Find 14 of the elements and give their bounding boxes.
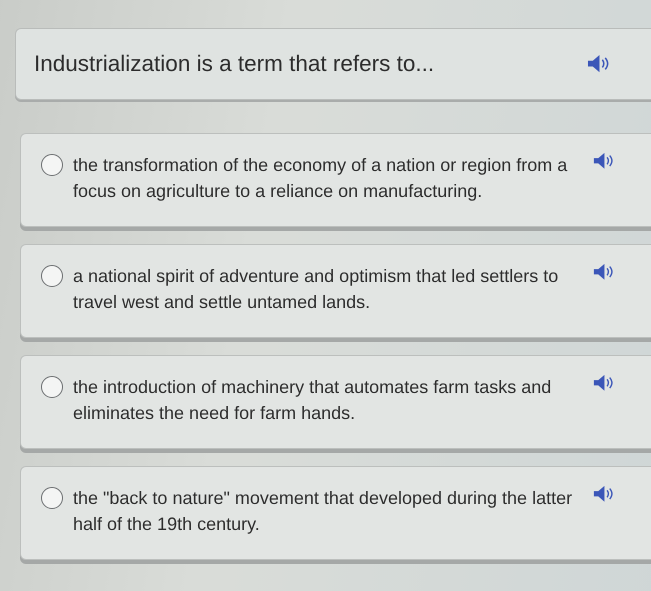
radio-button[interactable]	[41, 265, 63, 287]
speaker-icon[interactable]	[593, 263, 615, 281]
radio-button[interactable]	[41, 487, 63, 509]
radio-button[interactable]	[41, 376, 63, 398]
answer-text: the transformation of the economy of a nation or region from a focus on agriculture to a reliance on manufacturing.	[73, 154, 568, 203]
answer-text: a national spirit of adventure and optimism that led settlers to travel west and settle untamed lands.	[73, 265, 560, 314]
answer-text: the introduction of machinery that automates farm tasks and eliminates the need for farm hands.	[73, 376, 552, 425]
speaker-icon[interactable]	[593, 152, 615, 170]
radio-button[interactable]	[41, 154, 63, 176]
speaker-icon[interactable]	[593, 485, 615, 503]
speaker-icon[interactable]	[593, 374, 615, 392]
question-text: Industrialization is a term that refers to...	[34, 51, 434, 77]
speaker-icon[interactable]	[587, 54, 611, 74]
answer-text: the "back to nature" movement that developed during the latter half of the 19th century.	[73, 487, 574, 536]
